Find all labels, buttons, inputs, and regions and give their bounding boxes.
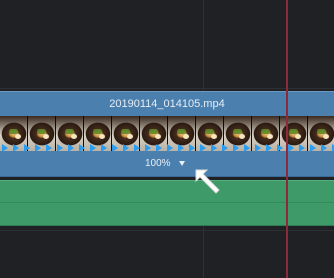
speed-marker-icon (35, 144, 41, 151)
speed-marker-icon (266, 144, 272, 151)
speed-marker-icon (299, 144, 305, 151)
speed-marker-icon (101, 144, 107, 151)
speed-marker-icon (57, 144, 63, 151)
audio-clip[interactable] (0, 180, 334, 226)
speed-marker-row (0, 144, 334, 151)
clip-thumbnail-strip[interactable] (0, 116, 334, 151)
speed-marker-icon (233, 144, 239, 151)
speed-marker-icon (134, 144, 140, 151)
speed-marker-icon (90, 144, 96, 151)
speed-marker-icon (211, 144, 217, 151)
track-divider (0, 88, 334, 89)
speed-marker-icon (189, 144, 195, 151)
video-clip[interactable]: 20190114_014105.mp4 100% (0, 91, 334, 177)
speed-marker-icon (310, 144, 316, 151)
speed-marker-icon (13, 144, 19, 151)
speed-marker-icon (222, 144, 228, 151)
clip-speed-bar[interactable]: 100% (0, 151, 334, 177)
speed-marker-icon (277, 144, 283, 151)
speed-dropdown[interactable]: 100% (145, 158, 185, 169)
speed-marker-icon (167, 144, 173, 151)
speed-marker-icon (123, 144, 129, 151)
speed-value: 100% (145, 158, 171, 169)
speed-marker-icon (145, 144, 151, 151)
speed-marker-icon (24, 144, 30, 151)
speed-marker-icon (79, 144, 85, 151)
arrow-pointer-icon (195, 169, 220, 194)
speed-marker-icon (2, 144, 8, 151)
playhead[interactable] (286, 0, 288, 278)
speed-marker-icon (46, 144, 52, 151)
clip-header[interactable]: 20190114_014105.mp4 (0, 91, 334, 116)
audio-track-line (0, 202, 334, 203)
speed-marker-icon (244, 144, 250, 151)
chevron-down-icon[interactable] (178, 161, 185, 166)
speed-marker-icon (112, 144, 118, 151)
speed-marker-icon (255, 144, 261, 151)
speed-marker-icon (321, 144, 327, 151)
speed-marker-icon (200, 144, 206, 151)
speed-marker-icon (178, 144, 184, 151)
speed-marker-icon (156, 144, 162, 151)
speed-marker-icon (68, 144, 74, 151)
speed-marker-icon (288, 144, 294, 151)
track-divider (0, 230, 334, 231)
clip-filename: 20190114_014105.mp4 (109, 98, 225, 110)
